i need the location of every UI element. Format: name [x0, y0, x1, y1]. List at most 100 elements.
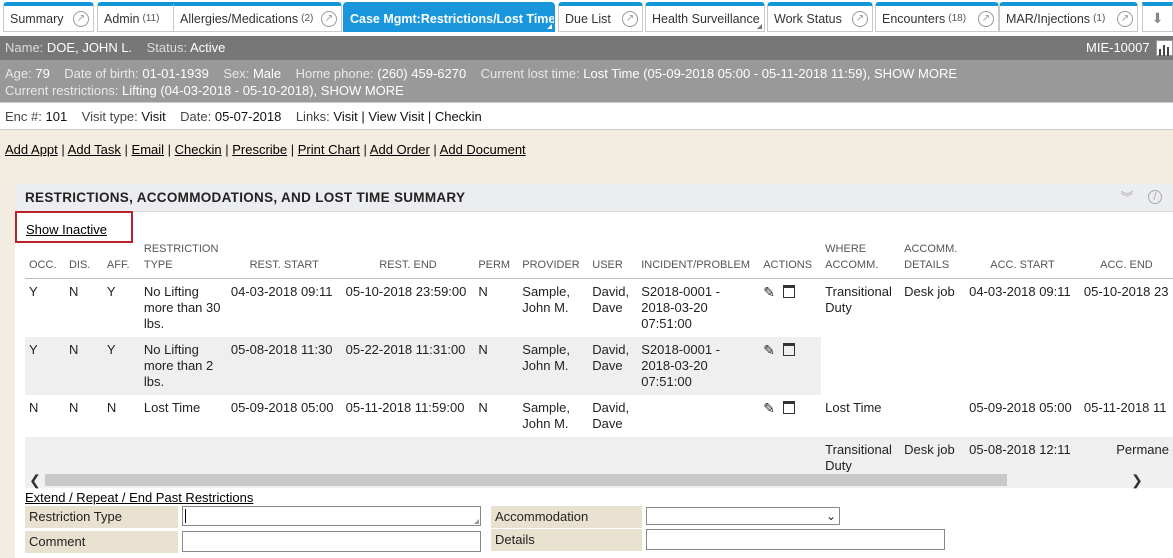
- separator: |: [221, 142, 233, 157]
- patient-header: Name: DOE, JOHN L. Status: Active MIE-10…: [0, 36, 1173, 60]
- tab-2[interactable]: Allergies/Medications (2) ↗: [173, 2, 342, 32]
- cell-start: 04-03-2018 09:11: [230, 284, 333, 299]
- open-icon[interactable]: ↗: [73, 11, 89, 27]
- extend-restrictions-link[interactable]: Extend / Repeat / End Past Restrictions: [25, 490, 253, 505]
- cell-type: No Lifting more than 30 lbs.: [143, 284, 221, 331]
- separator: |: [120, 142, 132, 157]
- tab-3[interactable]: Case Mgmt:Restrictions/Lost Time: [343, 2, 555, 32]
- cell-acc_end: 05-10-2018 23: [1083, 284, 1169, 299]
- cell-where: Transitional Duty: [825, 284, 892, 315]
- cell-where: Lost Time: [825, 400, 882, 415]
- horizontal-scrollbar[interactable]: ❮ ❯: [25, 472, 1173, 488]
- cell-provider: Sample, John M.: [522, 284, 570, 315]
- open-icon[interactable]: ↗: [978, 11, 994, 27]
- cell-dis: N: [64, 337, 103, 395]
- details-input[interactable]: [646, 529, 945, 550]
- row-actions: ✎: [759, 279, 821, 338]
- accommodation-select[interactable]: ⌄: [646, 507, 840, 525]
- table-row[interactable]: Y N Y No Lifting more than 2 lbs. 05-08-2018…: [25, 337, 1173, 395]
- action-link[interactable]: Add Appt: [5, 142, 58, 157]
- action-links: Add Appt | Add Task | Email | Checkin | …: [5, 142, 526, 157]
- action-link[interactable]: Add Document: [440, 142, 526, 157]
- comment-input[interactable]: [182, 531, 481, 552]
- tab-label: Admin: [104, 11, 140, 26]
- separator: |: [287, 142, 298, 157]
- chart-icon[interactable]: [1156, 40, 1173, 56]
- open-icon[interactable]: ↗: [622, 11, 638, 27]
- links-label: Links:: [295, 109, 330, 124]
- more-tabs-icon[interactable]: ⬇: [1142, 2, 1173, 32]
- open-icon[interactable]: ↗: [1117, 11, 1133, 27]
- edit-icon[interactable]: ✎: [763, 342, 777, 358]
- column-header: ACC. END: [1079, 239, 1173, 279]
- table-row[interactable]: Y N Y No Lifting more than 30 lbs. 04-03-201…: [25, 279, 1173, 338]
- open-icon[interactable]: ↗: [852, 11, 868, 27]
- delete-icon[interactable]: [783, 401, 796, 414]
- action-link[interactable]: Email: [132, 142, 165, 157]
- visit-type-value: Visit: [141, 109, 166, 124]
- mie-number: MIE-10007: [1086, 40, 1150, 55]
- restrictions-value[interactable]: Lifting (04-03-2018 - 05-10-2018), SHOW …: [122, 83, 404, 98]
- restrictions-table: OCC. DIS. AFF. RESTRICTION TYPE REST. START R…: [25, 239, 1173, 479]
- action-link[interactable]: Prescribe: [232, 142, 287, 157]
- tab-label: Due List: [565, 11, 611, 26]
- patient-status: Active: [190, 40, 226, 55]
- cell-user: David, Dave: [592, 284, 630, 315]
- action-link[interactable]: Add Order: [370, 142, 430, 157]
- cell-aff: Y: [106, 284, 116, 299]
- tab-5[interactable]: Health Surveillance: [645, 2, 765, 32]
- encounter-links[interactable]: Visit | View Visit | Checkin: [333, 109, 481, 124]
- cell-type: No Lifting more than 2 lbs.: [139, 337, 227, 395]
- tab-6[interactable]: Work Status ↗: [767, 2, 873, 32]
- cell-dis: N: [68, 400, 79, 415]
- disable-icon[interactable]: /: [1148, 190, 1162, 204]
- collapse-icon[interactable]: ︾: [1119, 190, 1135, 206]
- open-icon[interactable]: ↗: [321, 11, 337, 27]
- restrictions-panel: RESTRICTIONS, ACCOMMODATIONS, AND LOST T…: [15, 184, 1173, 558]
- comment-label: Comment: [25, 531, 178, 553]
- cell-where: [821, 337, 901, 395]
- table-row[interactable]: N N N Lost Time 05-09-2018 05:00 05-11-2018 1…: [25, 395, 1173, 437]
- delete-icon[interactable]: [783, 343, 796, 356]
- lost-time-value[interactable]: Lost Time (05-09-2018 05:00 - 05-11-2018…: [583, 66, 957, 81]
- show-inactive-label: Show Inactive: [26, 222, 107, 237]
- column-header: DIS.: [64, 239, 103, 279]
- action-link[interactable]: Add Task: [68, 142, 121, 157]
- tab-label: Allergies/Medications: [180, 11, 299, 26]
- cell-details: [900, 337, 966, 395]
- tab-0[interactable]: Summary ↗: [3, 2, 94, 32]
- tab-7[interactable]: Encounters (18) ↗: [875, 2, 999, 32]
- column-header: REST. END: [341, 239, 475, 279]
- cell-perm: N: [478, 400, 488, 415]
- cell-user: David, Dave: [588, 337, 638, 395]
- cell-dis: N: [68, 284, 79, 299]
- action-link[interactable]: Checkin: [175, 142, 222, 157]
- cell-occ: Y: [25, 337, 65, 395]
- enc-label: Enc #:: [5, 109, 42, 124]
- column-header: PROVIDER: [518, 239, 589, 279]
- sex-value: Male: [252, 66, 282, 81]
- cell-perm: N: [474, 337, 519, 395]
- scroll-right-icon[interactable]: ❯: [1129, 472, 1145, 488]
- cell-acc_end: [1079, 337, 1173, 395]
- scroll-left-icon[interactable]: ❮: [27, 472, 43, 488]
- tab-label: Case Mgmt:Restrictions/Lost Time: [350, 11, 555, 26]
- status-label: Status:: [146, 40, 188, 55]
- tab-bar: Summary↗Admin(11)↗Allergies/Medications(…: [0, 0, 1173, 36]
- resize-handle-icon[interactable]: [474, 519, 479, 524]
- delete-icon[interactable]: [783, 285, 796, 298]
- restriction-type-input[interactable]: [182, 506, 481, 526]
- separator: |: [57, 142, 68, 157]
- edit-icon[interactable]: ✎: [763, 284, 777, 300]
- restriction-type-label: Restriction Type: [25, 506, 178, 528]
- action-link[interactable]: Print Chart: [298, 142, 360, 157]
- tab-4[interactable]: Due List ↗: [558, 2, 643, 32]
- dob-value: 01-01-1939: [142, 66, 209, 81]
- column-header: WHERE ACCOMM.: [821, 239, 901, 279]
- separator: |: [359, 142, 370, 157]
- tab-8[interactable]: MAR/Injections (1) ↗: [999, 2, 1138, 32]
- cell-acc_end: 05-11-2018 11: [1083, 400, 1167, 415]
- edit-icon[interactable]: ✎: [763, 400, 777, 416]
- column-header: INCIDENT/PROBLEM: [637, 239, 760, 279]
- scroll-thumb[interactable]: [45, 474, 1007, 486]
